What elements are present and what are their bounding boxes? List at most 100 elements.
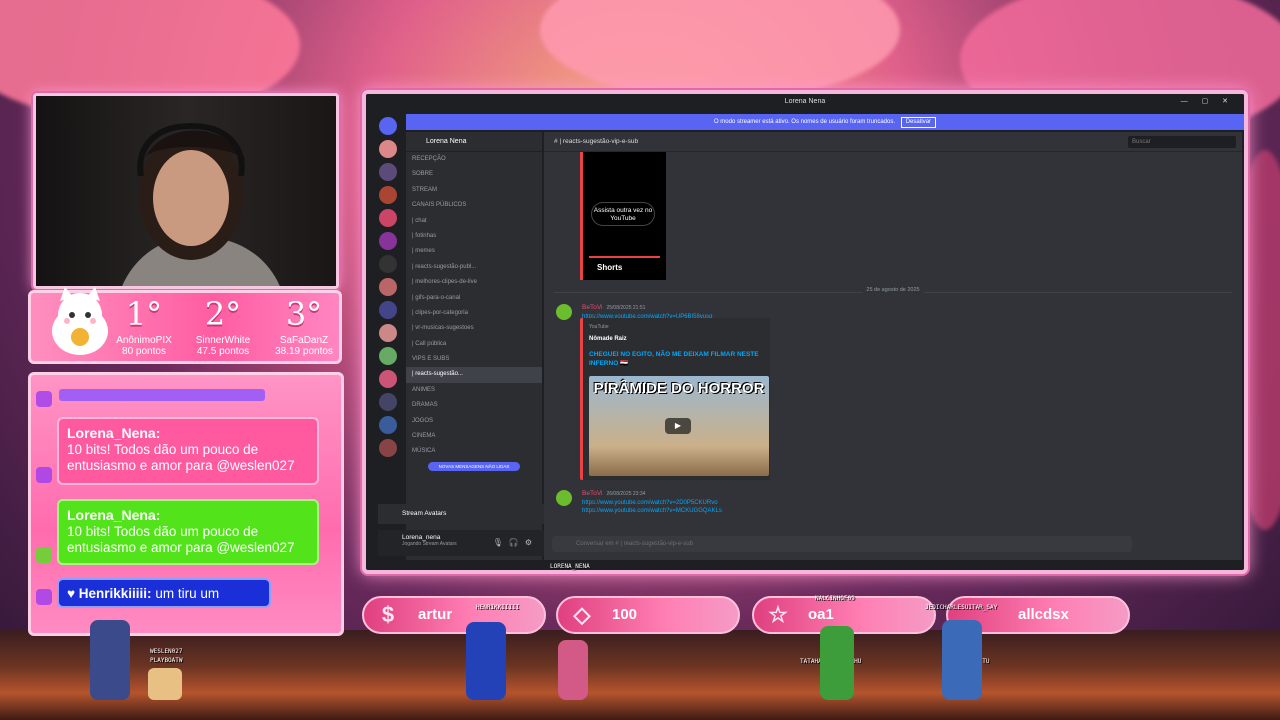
webcam-feed <box>33 93 339 289</box>
server-icon[interactable] <box>379 140 397 158</box>
channel-category[interactable]: STREAM <box>406 183 542 198</box>
channel-category[interactable]: SOBRE <box>406 167 542 182</box>
date-separator: 25 de agosto de 2025 <box>554 287 1232 293</box>
discord-window: Lorena Nena — ▢ ✕ O modo streamer está a… <box>362 90 1248 574</box>
sprite-name: NALCINHOF09 <box>815 595 855 602</box>
chat-text: 10 bits! Todos dão um pouco de entusiasm… <box>67 524 295 555</box>
user-panel: Lorena_nena Jogando Stream Avatars 🎙🎧⚙ <box>378 530 544 556</box>
chat-overlay: Lorena_Nena: 10 bits! Todos dão um pouco… <box>28 372 344 636</box>
blossom-decoration <box>540 0 900 100</box>
heart-icon: ♥ <box>67 586 76 601</box>
channel-item-active[interactable]: | reacts-sugestão... <box>406 367 542 383</box>
avatar[interactable] <box>556 304 572 320</box>
server-icon[interactable] <box>379 370 397 388</box>
channel-item[interactable]: | vr-musicas-sugestoes <box>406 321 542 336</box>
chat-header-bar <box>59 389 265 401</box>
window-controls[interactable]: — ▢ ✕ <box>1181 94 1234 110</box>
message-link[interactable]: https://www.youtube.com/watch?v=2D0P5CKU… <box>582 500 718 506</box>
server-icon[interactable] <box>379 186 397 204</box>
new-messages-pill[interactable]: NOVAS MENSAGENS NÃO LIDAS <box>428 461 520 471</box>
discord-home-icon[interactable] <box>379 117 397 135</box>
shorts-label: Shorts <box>597 263 623 272</box>
server-icon[interactable] <box>379 301 397 319</box>
channel-item[interactable]: | chat <box>406 214 542 229</box>
server-icon[interactable] <box>379 232 397 250</box>
server-icon[interactable] <box>379 393 397 411</box>
character-sprite <box>90 620 130 700</box>
channel-category[interactable]: RECEPÇÃO <box>406 152 542 167</box>
stream-avatars-activity[interactable]: Stream Avatars <box>378 504 544 524</box>
replay-on-youtube-button[interactable]: Assista outra vez no YouTube <box>591 202 655 226</box>
channel-category[interactable]: MÚSICA <box>406 444 542 459</box>
diamond-icon: ◇ <box>573 602 591 627</box>
message-link[interactable]: https://www.youtube.com/watch?v=MCKUGGQA… <box>582 508 722 514</box>
channel-category[interactable]: CINEMA <box>406 429 542 444</box>
ground <box>0 630 1280 720</box>
embed-author: Nômade Raiz <box>589 336 627 342</box>
server-icon[interactable] <box>379 255 397 273</box>
disable-streamer-mode-button[interactable]: Desativar <box>900 117 937 128</box>
video-progress <box>589 256 660 258</box>
channel-item[interactable]: | Call pública <box>406 337 542 352</box>
channel-item[interactable]: | memes <box>406 244 542 259</box>
channel-item[interactable]: | fotinhas <box>406 229 542 244</box>
chat-text: um tiru um <box>155 586 220 601</box>
dollar-icon: $ <box>381 602 395 627</box>
bits-pill: ◇ 100 <box>556 596 740 634</box>
window-titlebar: Lorena Nena — ▢ ✕ <box>366 94 1244 110</box>
embed-title[interactable]: CHEGUEI NO EGITO, NÃO ME DEIXAM FILMAR N… <box>589 350 765 368</box>
character-sprite <box>558 640 588 700</box>
message-author: BeToVi <box>582 490 603 497</box>
channel-item[interactable]: | clipes-por-categoria <box>406 306 542 321</box>
channel-header: # | reacts-sugestão-vip-e-sub Buscar <box>544 132 1242 152</box>
channel-item[interactable]: | reacts-sugestão-publ... <box>406 260 542 275</box>
message-timestamp: 26/08/2025 23:34 <box>606 491 646 497</box>
chat-message: Lorena_Nena: 10 bits! Todos dão um pouco… <box>57 499 319 565</box>
sprite-name: WESLEN027 <box>150 648 183 655</box>
server-icon[interactable] <box>379 163 397 181</box>
server-icon[interactable] <box>379 347 397 365</box>
mic-headset-settings-icons[interactable]: 🎙🎧⚙ <box>493 538 538 547</box>
server-icon[interactable] <box>379 209 397 227</box>
youtube-shorts-embed[interactable]: Assista outra vez no YouTube Shorts <box>580 152 666 280</box>
server-icon[interactable] <box>379 324 397 342</box>
search-input[interactable]: Buscar <box>1128 136 1236 148</box>
server-name[interactable]: Lorena Nena <box>406 132 542 152</box>
message-composer[interactable]: Conversar em # | reacts-sugestão-vip-e-s… <box>552 536 1132 552</box>
channel-category[interactable]: CANAIS PÚBLICOS <box>406 198 542 213</box>
channel-item[interactable]: | gifs-para-o-canal <box>406 291 542 306</box>
channel-item[interactable]: | melhores-clipes-de-live <box>406 275 542 290</box>
rank-second: 2° SinnerWhite 47.5 pontos <box>195 295 251 357</box>
message-author: BeToVi <box>582 304 603 311</box>
twitch-icon <box>36 391 52 407</box>
channel-category[interactable]: VIPS E SUBS <box>406 352 542 367</box>
server-icon[interactable] <box>379 439 397 457</box>
channel-category[interactable]: DRAMAS <box>406 398 542 413</box>
stream-label: LORENA_NENA <box>550 563 590 570</box>
streamer-mode-banner: O modo streamer está ativo. Os nomes de … <box>406 114 1244 130</box>
message-timestamp: 25/08/2025 21:51 <box>606 305 646 311</box>
chat-message: ♥ Henrikkiiiii: um tiru um <box>57 578 271 608</box>
sprite-name: JEDICHARLESUITAR_SAY <box>925 604 998 611</box>
twitch-icon <box>36 589 52 605</box>
sprite-name: HENRIKKIIIII <box>476 604 520 611</box>
character-sprite <box>820 626 854 700</box>
video-thumbnail[interactable]: PIRÂMIDE DO HORROR ▶ <box>589 376 769 476</box>
server-icon[interactable] <box>379 278 397 296</box>
kick-icon <box>36 547 52 563</box>
avatar[interactable] <box>556 490 572 506</box>
channel-category[interactable]: JOGOS <box>406 414 542 429</box>
star-icon: ☆ <box>768 602 788 627</box>
channel-category[interactable]: ANIMES <box>406 383 542 398</box>
message-area: # | reacts-sugestão-vip-e-sub Buscar Ass… <box>544 132 1242 560</box>
play-icon[interactable]: ▶ <box>665 418 691 434</box>
embed-source: YouTube <box>589 324 609 330</box>
last-donor-pill: $ artur <box>362 596 546 634</box>
server-icon[interactable] <box>379 416 397 434</box>
character-sprite <box>148 668 182 700</box>
window-title: Lorena Nena <box>784 98 826 105</box>
chat-username: Lorena_Nena: <box>67 507 161 523</box>
top-donors-panel: 1° AnônimoPIX 80 pontos 2° SinnerWhite 4… <box>28 287 342 364</box>
chat-text: 10 bits! Todos dão um pouco de entusiasm… <box>67 442 295 473</box>
twitch-icon <box>36 467 52 483</box>
